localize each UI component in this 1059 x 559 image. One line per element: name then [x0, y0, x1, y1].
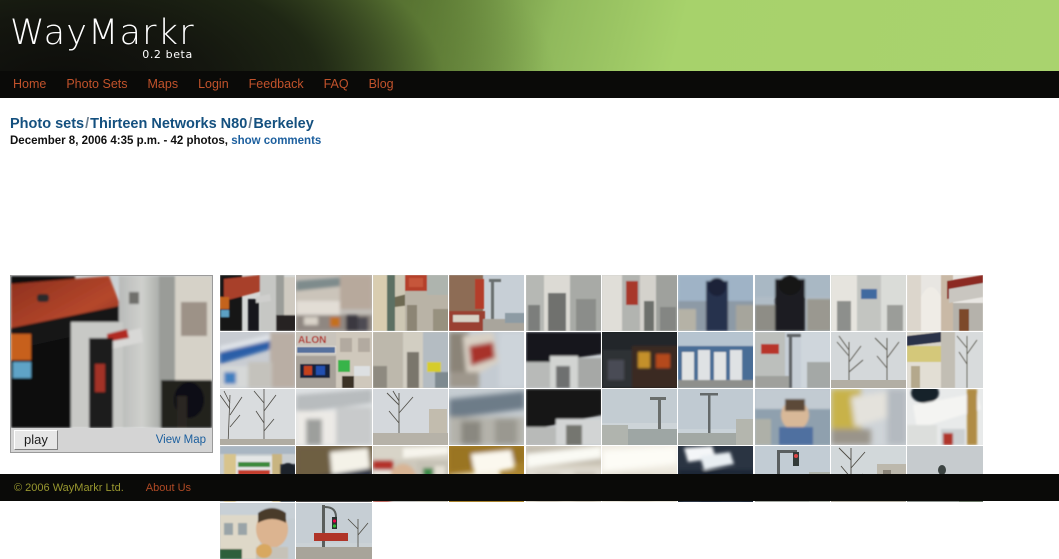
breadcrumb: Photo sets/Thirteen Networks N80/Berkele…	[10, 116, 1059, 132]
footer-copyright: © 2006 WayMarkr Ltd.	[14, 481, 124, 494]
nav-item-photo-sets[interactable]: Photo Sets	[66, 71, 127, 98]
nav-item-blog[interactable]: Blog	[369, 71, 394, 98]
thumbnail-21[interactable]	[220, 389, 296, 445]
breadcrumb-region: Photo sets/Thirteen Networks N80/Berkele…	[0, 98, 1059, 148]
thumbnail-12[interactable]: ALON	[296, 332, 372, 388]
thumbnail-1[interactable]	[220, 275, 296, 331]
thumbnail-25[interactable]	[525, 389, 601, 445]
show-comments-link[interactable]: show comments	[231, 135, 321, 147]
thumbnail-9[interactable]	[831, 275, 907, 331]
thumbnail-24[interactable]	[449, 389, 525, 445]
thumbnail-16[interactable]	[601, 332, 678, 388]
thumbnail-27[interactable]	[678, 389, 754, 445]
thumbnail-28[interactable]	[754, 389, 830, 445]
player-controls: play View Map	[11, 428, 212, 452]
thumbnail-14[interactable]	[449, 332, 525, 388]
site-footer: © 2006 WayMarkr Ltd. About Us	[0, 474, 1059, 501]
play-button[interactable]: play	[14, 430, 58, 450]
thumbnail-30[interactable]	[907, 389, 983, 445]
thumbnail-23[interactable]	[372, 389, 448, 445]
thumbnail-20[interactable]	[907, 332, 983, 388]
thumbnail-4[interactable]	[449, 275, 525, 331]
thumbnail-13[interactable]	[372, 332, 448, 388]
thumbnail-3[interactable]	[372, 275, 448, 331]
nav-item-faq[interactable]: FAQ	[324, 71, 349, 98]
footer-about-link[interactable]: About Us	[146, 482, 191, 494]
thumbnail-10[interactable]	[907, 275, 983, 331]
breadcrumb-place: Berkeley	[253, 116, 314, 132]
thumbnail-5[interactable]	[525, 275, 601, 331]
thumbnail-2[interactable]	[296, 275, 372, 331]
breadcrumb-photo-sets[interactable]: Photo sets	[10, 116, 84, 132]
thumbnail-6[interactable]	[601, 275, 678, 331]
breadcrumb-device[interactable]: Thirteen Networks N80	[90, 116, 247, 132]
meta-datetime: December 8, 2006 4:35 p.m.	[10, 135, 161, 147]
meta-photo-count: 42 photos,	[170, 135, 228, 147]
nav-item-feedback[interactable]: Feedback	[249, 71, 304, 98]
thumbnail-26[interactable]	[601, 389, 678, 445]
view-map-link[interactable]: View Map	[156, 434, 207, 446]
nav-item-maps[interactable]: Maps	[148, 71, 179, 98]
svg-text:ALON: ALON	[298, 335, 326, 346]
thumbnail-grid: ALON	[220, 275, 983, 559]
page-content: Photo sets/Thirteen Networks N80/Berkele…	[0, 98, 1059, 559]
logo-wordmark: WayMarkr	[10, 13, 195, 53]
thumbnail-15[interactable]	[525, 332, 601, 388]
nav-item-login[interactable]: Login	[198, 71, 229, 98]
thumbnail-22[interactable]	[296, 389, 372, 445]
thumbnail-19[interactable]	[831, 332, 907, 388]
site-logo[interactable]: WayMarkr 0.2 beta	[10, 14, 195, 61]
thumbnail-11[interactable]	[220, 332, 296, 388]
main-navigation: Home Photo Sets Maps Login Feedback FAQ …	[0, 71, 1059, 98]
thumbnail-41[interactable]	[220, 503, 296, 559]
thumbnail-17[interactable]	[678, 332, 754, 388]
site-banner: WayMarkr 0.2 beta	[0, 0, 1059, 71]
featured-photo-image	[11, 276, 212, 428]
meta-dash: -	[163, 135, 168, 147]
thumbnail-42[interactable]	[296, 503, 372, 559]
featured-photo[interactable]	[11, 276, 212, 428]
thumbnail-7[interactable]	[678, 275, 754, 331]
photo-player-panel: play View Map	[10, 275, 213, 453]
thumbnail-8[interactable]	[754, 275, 830, 331]
thumbnail-29[interactable]	[831, 389, 907, 445]
nav-item-home[interactable]: Home	[13, 71, 46, 98]
photoset-meta: December 8, 2006 4:35 p.m. - 42 photos, …	[10, 135, 1059, 148]
thumbnail-18[interactable]	[754, 332, 830, 388]
